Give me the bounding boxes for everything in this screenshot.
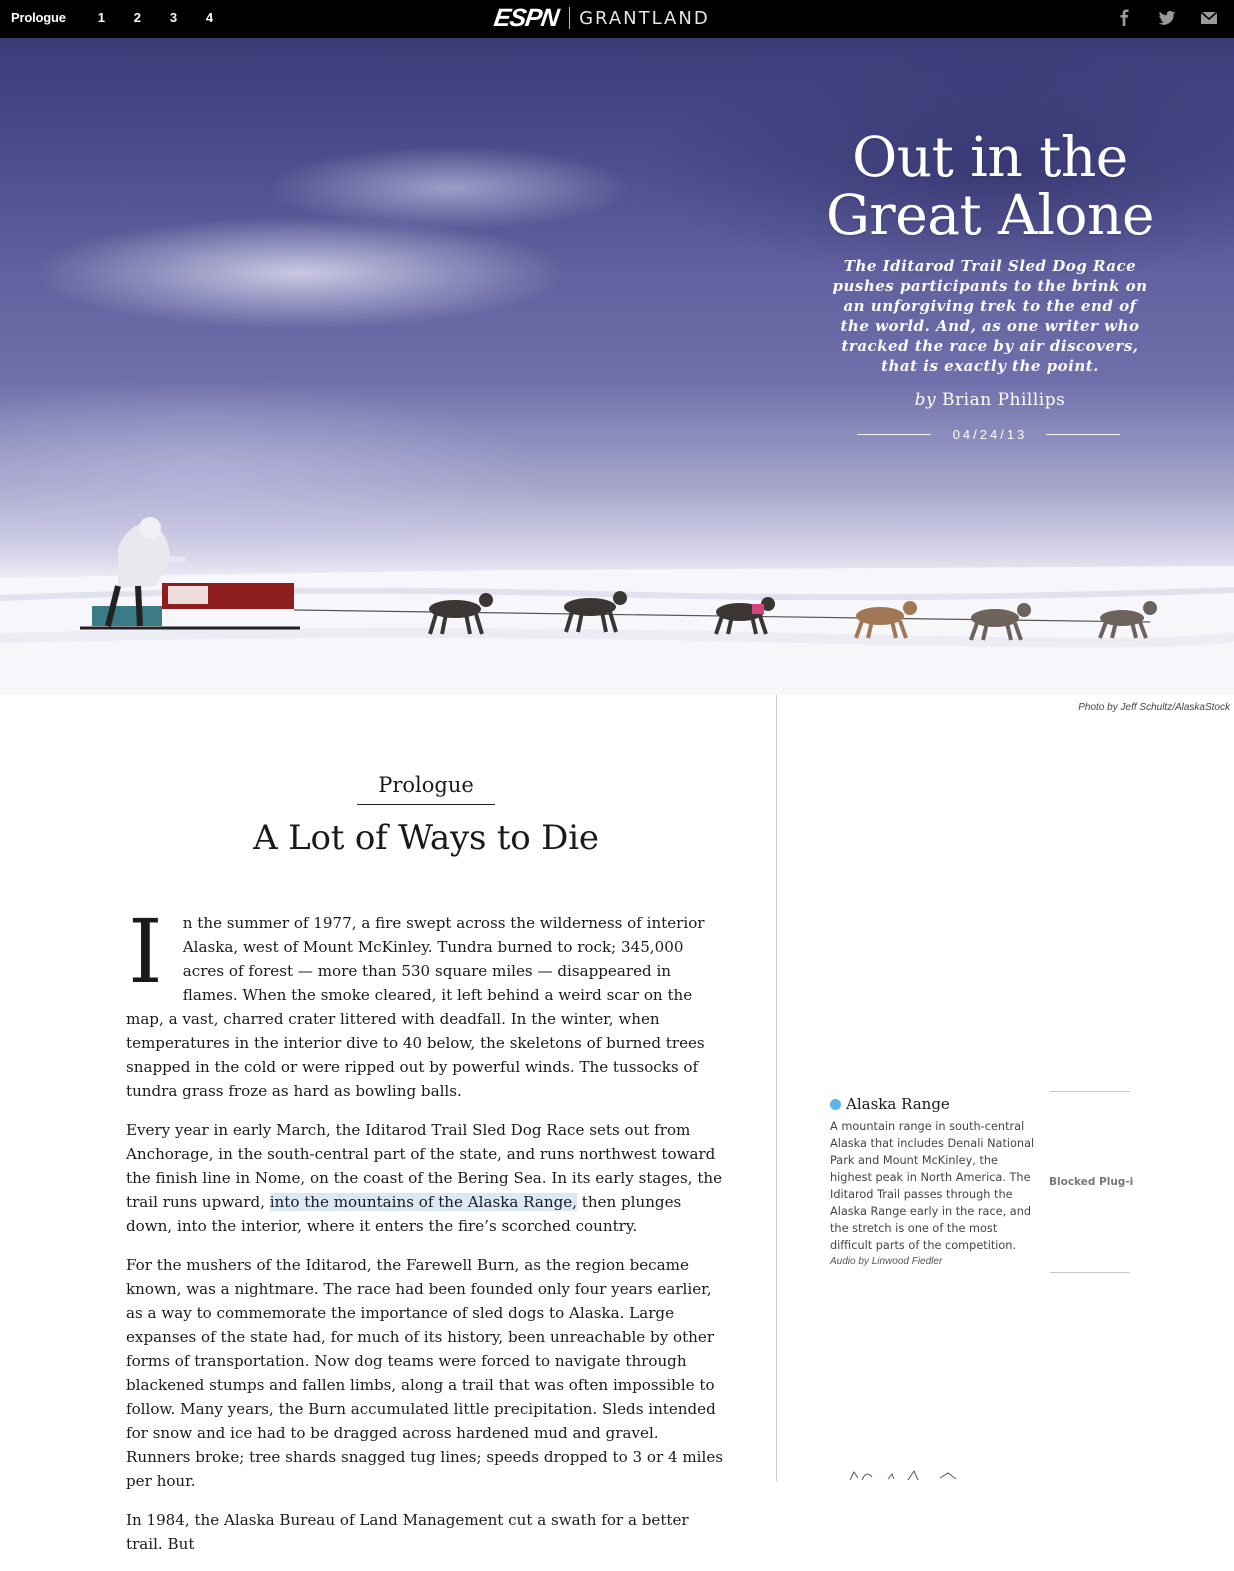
alaska-range-annotation-link[interactable]: into the mountains of the Alaska Range, — [269, 1193, 577, 1211]
hero-text-block: Out in the Great Alone The Iditarod Trai… — [820, 118, 1160, 444]
author-name[interactable]: Brian Phillips — [942, 390, 1065, 410]
chapter-kicker: Prologue — [357, 773, 495, 805]
article-title: Out in the Great Alone — [820, 128, 1160, 244]
sketch-illustration — [849, 1469, 957, 1481]
hero-photo: Out in the Great Alone The Iditarod Trai… — [0, 38, 1234, 695]
share-buttons — [1093, 8, 1219, 28]
espn-logo: ESPN — [492, 3, 561, 32]
publish-date: 04/24/13 — [952, 427, 1028, 442]
photo-credit: Photo by Jeff Schultz/AlaskaStock — [1078, 702, 1230, 713]
site-logo[interactable]: ESPN GRANTLAND — [492, 3, 710, 32]
twitter-icon[interactable] — [1157, 8, 1177, 28]
chapter-link-2[interactable]: 2 — [134, 10, 141, 25]
dateline: 04/24/13 — [820, 424, 1160, 444]
article-title-line-1: Out in the — [852, 125, 1128, 189]
chapter-headline: A Lot of Ways to Die — [253, 818, 599, 858]
drop-cap: I — [128, 900, 163, 1003]
paragraph-4: In 1984, the Alaska Bureau of Land Manag… — [126, 1511, 689, 1553]
chapter-kicker-wrap: Prologue — [126, 773, 726, 805]
chapter-nav: Prologue 1 2 3 4 — [11, 0, 242, 34]
article-body: Prologue A Lot of Ways to Die In the sum… — [126, 695, 726, 1571]
audio-dot-icon[interactable] — [830, 1098, 841, 1110]
annotation-title: Alaska Range — [846, 1095, 950, 1113]
annotation-alaska-range: Alaska Range A mountain range in south-c… — [830, 1095, 1035, 1267]
logo-divider — [569, 7, 571, 29]
byline: by Brian Phillips — [820, 390, 1160, 410]
audio-credit: Audio by Linwood Fiedler — [830, 1256, 943, 1267]
plugin-rule-top — [1050, 1091, 1130, 1092]
article-text: In the summer of 1977, a fire swept acro… — [126, 900, 726, 1556]
blocked-plugin-placeholder[interactable]: Blocked Plug-i — [1049, 1176, 1133, 1188]
date-rule-right — [1046, 434, 1120, 435]
grantland-logo: GRANTLAND — [579, 7, 710, 29]
plugin-rule-bottom — [1050, 1272, 1130, 1273]
date-rule-left — [857, 434, 931, 435]
paragraph-1: In the summer of 1977, a fire swept acro… — [126, 900, 726, 1103]
article-dek: The Iditarod Trail Sled Dog Race pushes … — [832, 257, 1148, 375]
annotation-text: A mountain range in south-central Alaska… — [830, 1120, 1035, 1252]
chapter-link-4[interactable]: 4 — [206, 10, 213, 25]
paragraph-1-text: n the summer of 1977, a fire swept acros… — [126, 914, 705, 1100]
facebook-icon[interactable] — [1115, 8, 1135, 28]
byline-prefix: by — [914, 390, 937, 410]
paragraph-2: Every year in early March, the Iditarod … — [126, 1118, 726, 1238]
article-title-line-2: Great Alone — [825, 183, 1155, 247]
column-divider — [776, 695, 777, 1481]
top-nav-bar: Prologue 1 2 3 4 ESPN GRANTLAND — [0, 0, 1234, 38]
chapter-link-1[interactable]: 1 — [98, 10, 105, 25]
chapter-link-3[interactable]: 3 — [170, 10, 177, 25]
email-icon[interactable] — [1199, 8, 1219, 28]
annotation-header[interactable]: Alaska Range — [830, 1095, 1035, 1113]
chapter-link-prologue[interactable]: Prologue — [11, 10, 66, 25]
paragraph-3: For the mushers of the Iditarod, the Far… — [126, 1256, 723, 1490]
